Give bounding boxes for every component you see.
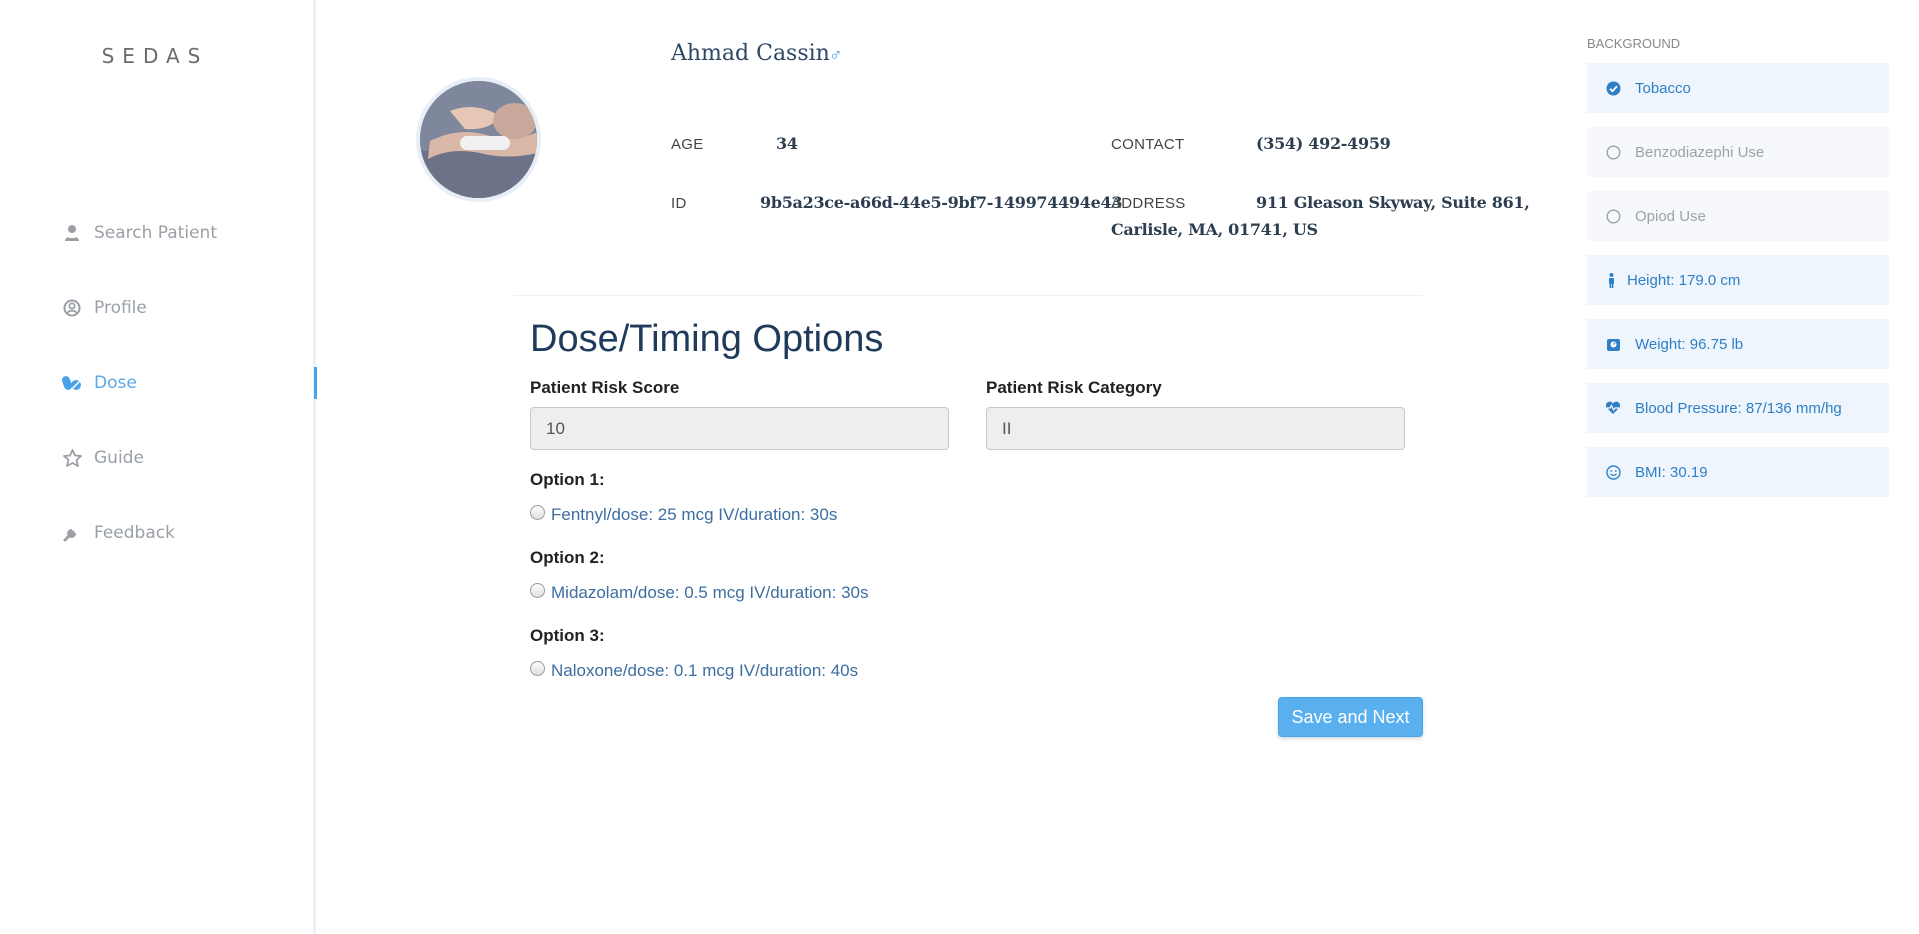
save-and-next-button[interactable]: Save and Next [1278, 697, 1423, 737]
option-3-radio[interactable] [530, 660, 545, 676]
sidebar-nav: Search Patient Profile Dose Guide Feedba… [0, 195, 317, 570]
age-label: AGE [671, 136, 704, 153]
user-circle-icon [62, 298, 82, 318]
vital-height: Height: 179.0 cm [1587, 255, 1889, 305]
address-line2: Carlisle, MA, 01741, US [1111, 220, 1318, 239]
star-icon [62, 448, 82, 468]
id-label: ID [671, 195, 687, 212]
sidebar-item-label: Search Patient [94, 222, 218, 243]
pills-icon [62, 373, 82, 393]
sidebar-item-label: Guide [94, 447, 144, 468]
circle-icon [1605, 144, 1621, 160]
background-item-label: Opiod Use [1635, 207, 1706, 225]
option-2-row[interactable]: Midazolam/dose: 0.5 mcg IV/duration: 30s [530, 582, 869, 603]
vital-label: BMI: 30.19 [1635, 463, 1708, 481]
vital-label: Weight: 96.75 lb [1635, 335, 1744, 353]
vital-bmi: BMI: 30.19 [1587, 447, 1889, 497]
patient-name: Ahmad Cassin [671, 41, 830, 66]
male-gender-icon: ♂ [829, 45, 843, 65]
person-icon [1607, 272, 1615, 288]
background-item-tobacco[interactable]: Tobacco [1587, 63, 1889, 113]
age-value: 34 [776, 134, 798, 153]
contact-label: CONTACT [1111, 136, 1185, 153]
sidebar-item-profile[interactable]: Profile [0, 270, 316, 345]
sidebar-item-search-patient[interactable]: Search Patient [0, 195, 316, 270]
risk-score-label: Patient Risk Score [530, 378, 680, 397]
background-item-benzodiazephi[interactable]: Benzodiazephi Use [1587, 127, 1889, 177]
id-value: 9b5a23ce-a66d-44e5-9bf7-149974494e43 [760, 193, 1123, 212]
vital-blood-pressure: Blood Pressure: 87/136 mm/hg [1587, 383, 1889, 433]
page-title: Dose/Timing Options [530, 318, 884, 360]
risk-score-field[interactable]: 10 [530, 407, 949, 450]
option-2-radio[interactable] [530, 582, 545, 598]
option-3-label[interactable]: Naloxone/dose: 0.1 mcg IV/duration: 40s [551, 661, 858, 681]
sidebar-item-label: Feedback [94, 522, 175, 543]
smile-icon [1605, 464, 1621, 480]
address-label: ADDRESS [1111, 195, 1186, 212]
sidebar: SEDAS Search Patient Profile Dose Guide [0, 0, 317, 934]
sidebar-item-guide[interactable]: Guide [0, 420, 316, 495]
risk-category-value: II [1002, 418, 1012, 438]
vital-weight: Weight: 96.75 lb [1587, 319, 1889, 369]
option-1-row[interactable]: Fentnyl/dose: 25 mcg IV/duration: 30s [530, 504, 837, 525]
contact-value: (354) 492-4959 [1256, 134, 1391, 153]
risk-category-label: Patient Risk Category [986, 378, 1162, 397]
brand-logo[interactable]: SEDAS [0, 44, 310, 68]
user-icon [62, 223, 82, 243]
header-divider [513, 295, 1423, 296]
sidebar-item-label: Profile [94, 297, 147, 318]
option-3-title: Option 3: [530, 626, 605, 645]
vital-label: Height: 179.0 cm [1627, 271, 1741, 289]
option-1-radio[interactable] [530, 504, 545, 520]
sidebar-item-dose[interactable]: Dose [0, 345, 317, 420]
patient-avatar [416, 77, 541, 202]
option-2-title: Option 2: [530, 548, 605, 567]
background-item-label: Tobacco [1635, 79, 1691, 97]
address-line1: 911 Gleason Skyway, Suite 861, [1256, 193, 1530, 212]
risk-category-field[interactable]: II [986, 407, 1405, 450]
wrench-icon [62, 523, 82, 543]
sidebar-item-feedback[interactable]: Feedback [0, 495, 316, 570]
background-item-label: Benzodiazephi Use [1635, 143, 1765, 161]
option-3-row[interactable]: Naloxone/dose: 0.1 mcg IV/duration: 40s [530, 660, 858, 681]
background-title: BACKGROUND [1587, 36, 1681, 51]
option-2-label[interactable]: Midazolam/dose: 0.5 mcg IV/duration: 30s [551, 583, 869, 603]
background-item-opiod[interactable]: Opiod Use [1587, 191, 1889, 241]
check-circle-icon [1605, 80, 1621, 96]
option-1-title: Option 1: [530, 470, 605, 489]
circle-icon [1605, 208, 1621, 224]
scale-icon [1605, 336, 1621, 352]
vital-label: Blood Pressure: 87/136 mm/hg [1635, 399, 1842, 417]
risk-score-value: 10 [546, 418, 565, 438]
sidebar-item-label: Dose [94, 372, 137, 393]
heartbeat-icon [1605, 400, 1621, 416]
option-1-label[interactable]: Fentnyl/dose: 25 mcg IV/duration: 30s [551, 505, 837, 525]
